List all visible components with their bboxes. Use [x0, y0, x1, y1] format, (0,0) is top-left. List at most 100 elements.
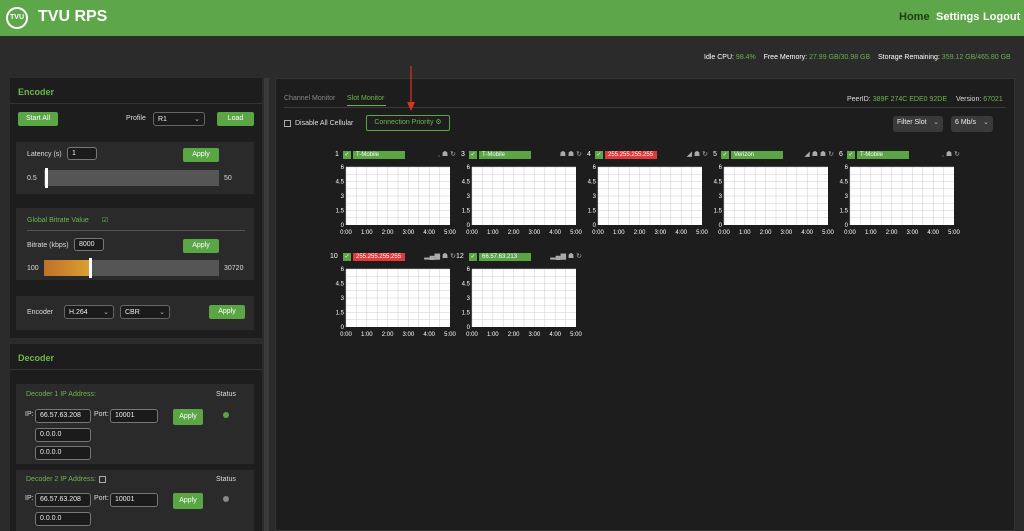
encoder-label: Encoder	[27, 309, 54, 316]
nav-home[interactable]: Home	[899, 11, 930, 23]
x-tick-label: 5:00	[444, 332, 456, 338]
codec-select[interactable]: H.264 ⌄	[64, 305, 114, 319]
annotation-arrow-icon	[407, 66, 415, 111]
slot-throughput-plot: 6 4.5 3 1.5 00:00 1:00 2:00 3:00 4:00 5:00	[462, 165, 582, 236]
bitrate-label: Bitrate (kbps)	[27, 242, 69, 249]
connection-priority-button[interactable]: Connection Priority ⚙	[366, 115, 450, 131]
decoder-2-ip-input-1[interactable]: 66.57.63.208	[35, 493, 91, 507]
decoder-1-ip-input-1[interactable]: 66.57.63.208	[35, 409, 91, 423]
decoder-1-port-input[interactable]: 10001	[110, 409, 158, 423]
slot-enable-checkbox[interactable]: ✓	[847, 151, 855, 159]
bitrate-apply-button[interactable]: Apply	[183, 239, 219, 253]
peer-id: PeerID: 389F 274C EDE0 92DE	[847, 96, 947, 103]
latency-input[interactable]: 1	[67, 147, 97, 160]
global-bitrate-label: Global Bitrate Value	[27, 217, 89, 224]
rate-mode-select[interactable]: CBR ⌄	[120, 305, 170, 319]
latency-min: 0.5	[27, 175, 37, 182]
decoder-2-section: Decoder 2 IP Address: Status IP: 66.57.6…	[16, 470, 254, 531]
decoder-panel: Decoder Decoder 1 IP Address: Status IP:…	[10, 344, 262, 531]
decoder-2-ip-input-2[interactable]: 0.0.0.0	[35, 512, 91, 526]
slot-5-chart: 5 ✓ Verizon ◢ ☗ ☗ ↻ 6 4.5 3 1.5 0 0:00 1:00 2:00 3:0…	[712, 151, 834, 243]
storage-label: Storage Remaining:	[877, 54, 940, 61]
chevron-down-icon: ⌄	[983, 119, 989, 126]
start-all-button[interactable]: Start All	[18, 112, 58, 126]
decoder-2-status-indicator	[223, 496, 229, 502]
tab-channel-monitor[interactable]: Channel Monitor	[284, 95, 335, 102]
decoder-2-checkbox[interactable]	[99, 476, 106, 483]
nav-logout[interactable]: Logout	[983, 11, 1020, 23]
load-button[interactable]: Load	[217, 112, 254, 126]
slot-carrier-label: 255.255.255.255	[605, 151, 657, 159]
x-tick-label: 3:00	[529, 230, 541, 236]
y-tick-label: 0	[719, 223, 723, 229]
bitrate-slider-handle[interactable]	[88, 258, 92, 278]
slot-1-chart: 1 ✓ T-Mobile , ☗ ↻ 6 4.5 3 1.5 0 0:00 1:00 2:00 3:00…	[334, 151, 456, 243]
slot-status-icons[interactable]: ▂▄▆ ☗ ↻	[550, 252, 582, 260]
slot-enable-checkbox[interactable]: ✓	[343, 253, 351, 261]
x-tick-label: 5:00	[570, 230, 582, 236]
bitrate-max: 30720	[224, 265, 244, 272]
decoder-1-status-indicator	[223, 412, 229, 418]
y-tick-label: 4.5	[714, 180, 723, 186]
decoder-1-apply-button[interactable]: Apply	[173, 409, 203, 425]
chevron-down-icon: ⌄	[194, 116, 200, 123]
decoder-2-port-input[interactable]: 10001	[110, 493, 158, 507]
latency-slider-track[interactable]	[44, 170, 219, 186]
decoder-1-label: Decoder 1 IP Address:	[26, 391, 96, 398]
filter-slot-select[interactable]: Filter Slot ⌄	[893, 116, 943, 132]
memory-value: 27.99 GB/30.98 GB	[809, 54, 871, 61]
chevron-down-icon: ⌄	[159, 309, 165, 316]
slot-status-icons[interactable]: ◢ ☗ ↻	[687, 150, 708, 158]
slot-enable-checkbox[interactable]: ✓	[595, 151, 603, 159]
slot-carrier-label: 255.255.255.255	[353, 253, 405, 261]
tvu-logo-icon: TVU	[6, 7, 28, 29]
bitrate-input[interactable]: 8000	[74, 238, 104, 251]
rate-select[interactable]: 6 Mb/s ⌄	[951, 116, 993, 132]
storage-value: 359.12 GB/465.80 GB	[941, 54, 1011, 61]
y-tick-label: 6	[593, 165, 597, 171]
y-tick-label: 4.5	[462, 180, 471, 186]
monitor-panel: Channel Monitor Slot Monitor PeerID: 389…	[275, 78, 1015, 531]
x-tick-label: 1:00	[865, 230, 877, 236]
slot-status-icons[interactable]: , ☗ ↻	[438, 150, 456, 158]
slot-status-icons[interactable]: , ☗ ↻	[942, 150, 960, 158]
slot-status-icons[interactable]: ◢ ☗ ☗ ↻	[804, 150, 834, 158]
peer-id-value: 389F 274C EDE0 92DE	[872, 96, 948, 103]
y-tick-label: 6	[845, 165, 849, 171]
decoder-2-apply-button[interactable]: Apply	[173, 493, 203, 509]
latency-apply-button[interactable]: Apply	[183, 148, 219, 162]
y-tick-label: 1.5	[462, 209, 471, 215]
slot-enable-checkbox[interactable]: ✓	[469, 253, 477, 261]
peer-id-label: PeerID:	[847, 96, 871, 103]
encoder-panel: Encoder Start All Profile R1 ⌄ Load Late…	[10, 78, 262, 338]
left-scrollbar[interactable]	[264, 78, 269, 531]
y-tick-label: 3	[845, 194, 849, 200]
tab-slot-monitor[interactable]: Slot Monitor	[347, 95, 384, 102]
latency-slider-handle[interactable]	[44, 168, 48, 188]
decoder-1-ip-input-3[interactable]: 0.0.0.0	[35, 446, 91, 460]
slot-enable-checkbox[interactable]: ✓	[469, 151, 477, 159]
y-tick-label: 0	[341, 223, 345, 229]
slot-status-icons[interactable]: ▂▄▆ ☗ ↻	[424, 252, 456, 260]
slot-throughput-plot: 6 4.5 3 1.5 00:00 1:00 2:00 3:00 4:00 5:00	[588, 165, 708, 236]
version-value: 67021	[983, 96, 1003, 103]
x-tick-label: 3:00	[529, 332, 541, 338]
disable-all-cellular-checkbox[interactable]	[284, 120, 291, 127]
x-tick-label: 1:00	[487, 230, 499, 236]
slot-enable-checkbox[interactable]: ✓	[721, 151, 729, 159]
slot-enable-checkbox[interactable]: ✓	[343, 151, 351, 159]
y-tick-label: 1.5	[840, 209, 849, 215]
x-tick-label: 2:00	[886, 230, 898, 236]
slot-number: 3	[461, 151, 465, 158]
latency-label: Latency (s)	[27, 151, 62, 158]
profile-select[interactable]: R1 ⌄	[153, 112, 205, 126]
decoder-1-ip-input-2[interactable]: 0.0.0.0	[35, 428, 91, 442]
ip-label: IP:	[25, 495, 34, 502]
filter-slot-label: Filter Slot	[897, 119, 927, 126]
encoder-apply-button[interactable]: Apply	[209, 305, 245, 319]
bitrate-slider-track[interactable]	[44, 260, 219, 276]
cpu-label: Idle CPU:	[704, 54, 734, 61]
slot-status-icons[interactable]: ☗ ☗ ↻	[560, 150, 582, 158]
global-bitrate-check-icon[interactable]: ☑	[102, 216, 108, 224]
nav-settings[interactable]: Settings	[936, 11, 979, 23]
